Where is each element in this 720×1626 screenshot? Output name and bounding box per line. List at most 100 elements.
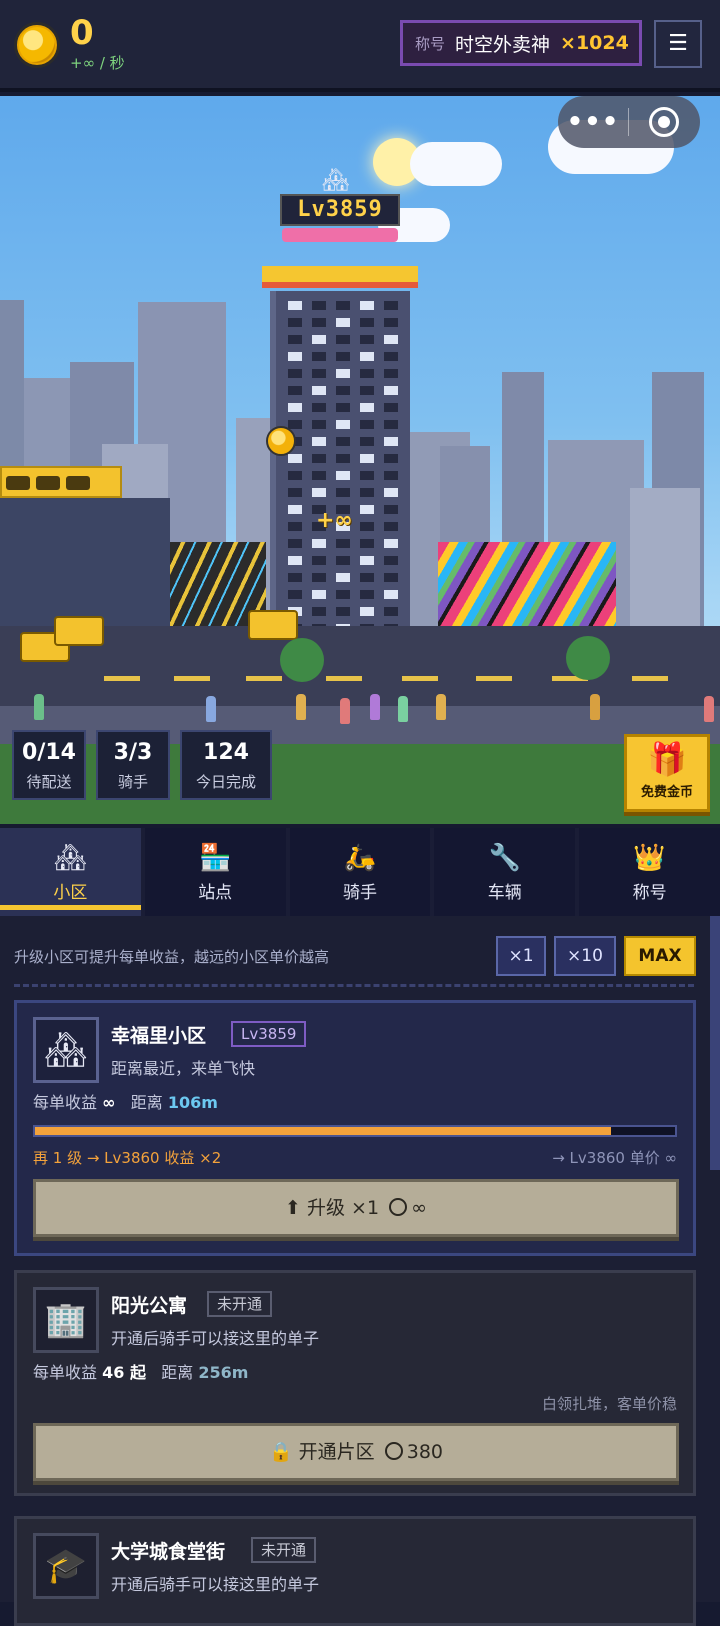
scrollbar[interactable] <box>710 916 720 1170</box>
tower-window <box>288 335 302 344</box>
rider-scooter <box>54 616 104 646</box>
title-name: 时空外卖神 <box>455 33 551 56</box>
tower-building[interactable] <box>270 291 410 641</box>
community-card: 🎓 大学城食堂街 未开通 开通后骑手可以接这里的单子 <box>14 1516 696 1626</box>
road-line <box>326 676 362 681</box>
tower-window <box>360 403 374 412</box>
tower-window <box>288 488 302 497</box>
tower-window <box>336 335 350 344</box>
tower-window <box>336 471 350 480</box>
level-tag: Lv3859 <box>231 1021 307 1047</box>
multiplier-x1-button[interactable]: ×1 <box>496 936 546 976</box>
tower-window <box>312 471 326 480</box>
tower-window <box>384 505 398 514</box>
scooter-icon: 🛵 <box>343 843 377 873</box>
road-line <box>632 676 668 681</box>
level-progress-fill <box>35 1127 611 1135</box>
floating-coin-icon[interactable] <box>266 426 296 456</box>
more-button[interactable]: ••• <box>558 109 628 135</box>
house-icon: 🏘 <box>53 843 87 873</box>
tab-vehicle[interactable]: 🔧 车辆 <box>434 828 576 916</box>
pedestrian <box>398 696 408 722</box>
stat-label: 骑手 <box>117 773 148 791</box>
tab-label: 骑手 <box>342 883 377 903</box>
tower-window <box>384 488 398 497</box>
tree <box>280 638 324 682</box>
station-sign <box>0 466 122 498</box>
tower-window <box>384 301 398 310</box>
community-card: 🏘 幸福里小区 Lv3859 距离最近，来单飞快 每单收益 ∞ 距离 106m … <box>14 1000 696 1256</box>
income-value: ∞ <box>102 1093 116 1112</box>
tab-rider[interactable]: 🛵 骑手 <box>289 828 431 916</box>
cloud <box>410 142 502 186</box>
upgrade-cost: ∞ <box>411 1197 427 1219</box>
locked-tag: 未开通 <box>251 1537 317 1563</box>
tower-window <box>336 607 350 616</box>
tower-window <box>312 318 326 327</box>
community-name: 阳光公寓 <box>111 1295 188 1317</box>
tower-window <box>384 352 398 361</box>
coin-count: 0 <box>70 13 94 53</box>
distance-value: 106m <box>167 1093 218 1112</box>
tab-title[interactable]: 👑 称号 <box>579 828 720 916</box>
upgrade-button[interactable]: ⬆ 升级 ×1 ∞ <box>33 1179 679 1237</box>
title-tag: 称号 <box>415 34 446 53</box>
rider-scooter <box>248 610 298 640</box>
tower-window <box>336 590 350 599</box>
tower-window <box>312 488 326 497</box>
tower-window <box>360 505 374 514</box>
tower-window <box>384 539 398 548</box>
target-icon <box>649 107 679 137</box>
tower-window <box>288 539 302 548</box>
stat-completed-today: 124 今日完成 <box>180 730 272 800</box>
tab-label: 车辆 <box>487 883 522 903</box>
tower-window <box>288 403 302 412</box>
tower-window <box>360 335 374 344</box>
community-name: 幸福里小区 <box>111 1025 207 1047</box>
tower-window <box>384 386 398 395</box>
multiplier-max-button[interactable]: MAX <box>624 936 696 976</box>
income-value: 46 起 <box>102 1363 146 1382</box>
tower-window <box>336 556 350 565</box>
community-desc: 开通后骑手可以接这里的单子 <box>111 1575 320 1594</box>
tower-window <box>312 539 326 548</box>
house-icon: 🏘 <box>33 1017 99 1083</box>
stat-riders: 3/3 骑手 <box>96 730 170 800</box>
stat-value: 124 <box>203 740 249 765</box>
free-coins-button[interactable]: 🎁 免费金币 <box>624 734 710 812</box>
tower-window <box>312 437 326 446</box>
tab-station[interactable]: 🏪 站点 <box>144 828 286 916</box>
pedestrian <box>704 696 714 722</box>
tower-window <box>360 454 374 463</box>
tower-window <box>336 488 350 497</box>
tower-window <box>384 607 398 616</box>
distance-label: 距离 <box>130 1093 163 1112</box>
locked-tag: 未开通 <box>207 1291 273 1317</box>
tower-window <box>360 471 374 480</box>
menu-button[interactable]: ☰ <box>654 20 702 68</box>
unlock-button[interactable]: 🔒 开通片区 380 <box>33 1423 679 1481</box>
tower-window <box>360 318 374 327</box>
tower-window <box>360 386 374 395</box>
unlock-cost: 380 <box>406 1441 443 1463</box>
tower-window <box>312 301 326 310</box>
tab-label: 小区 <box>53 883 88 903</box>
city-scene: ••• 🏘 Lv3859 +∞ <box>0 96 720 824</box>
tower-window <box>360 420 374 429</box>
delivery-station[interactable] <box>0 498 170 634</box>
tower-window <box>360 437 374 446</box>
tower-roof <box>262 266 418 288</box>
title-badge[interactable]: 称号 时空外卖神 ×1024 <box>400 20 642 66</box>
tower-window <box>360 590 374 599</box>
gold-coin-icon <box>14 22 60 68</box>
coin-icon <box>384 1442 403 1460</box>
tower-window <box>312 403 326 412</box>
multiplier-x10-button[interactable]: ×10 <box>554 936 616 976</box>
tab-community[interactable]: 🏘 小区 <box>0 828 141 916</box>
title-multiplier: ×1024 <box>560 32 629 54</box>
tower-window <box>360 573 374 582</box>
community-list: 升级小区可提升每单收益，越远的小区单价越高 ×1 ×10 MAX 🏘 幸福里小区… <box>0 916 720 1626</box>
unlock-label: 🔒 开通片区 <box>268 1441 375 1463</box>
building-level: Lv3859 <box>280 194 400 226</box>
close-button[interactable] <box>629 107 699 137</box>
